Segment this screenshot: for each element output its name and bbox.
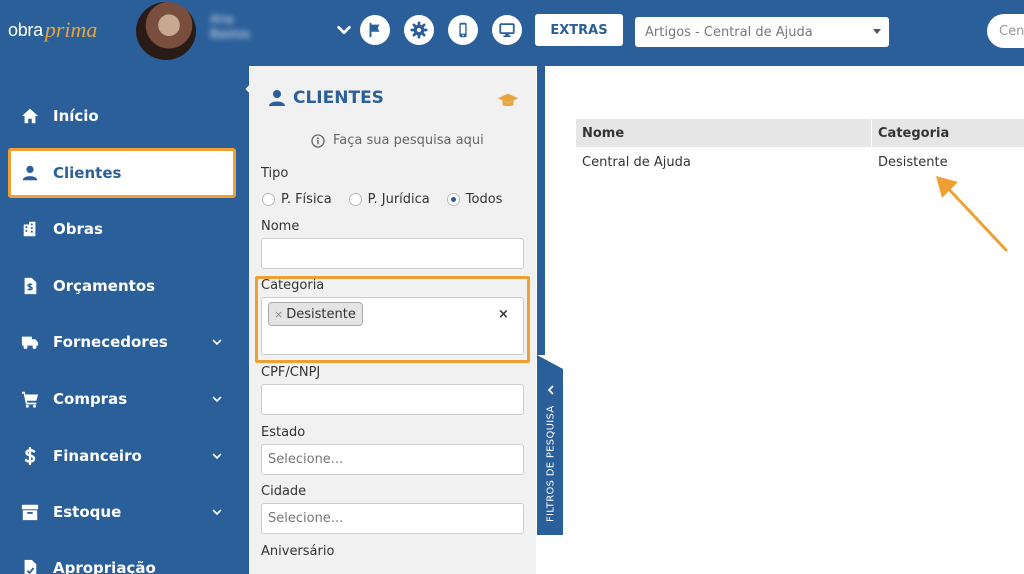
sidebar-item-estoque[interactable]: Estoque xyxy=(0,487,249,537)
search-hint: Faça sua pesquisa aqui xyxy=(311,133,484,148)
chevron-down-icon xyxy=(212,509,222,516)
panel-title: CLIENTES xyxy=(267,88,384,108)
archive-icon xyxy=(20,502,40,522)
panel-title-text: CLIENTES xyxy=(293,88,384,108)
side-tab-label[interactable]: FILTROS DE PESQUISA xyxy=(540,404,562,524)
sidebar-item-label: Obras xyxy=(53,220,103,238)
info-icon xyxy=(311,133,325,148)
sidebar-item-apropriacao[interactable]: Apropriação xyxy=(0,543,249,574)
desktop-button[interactable] xyxy=(492,15,522,45)
tipo-label: Tipo xyxy=(261,166,289,181)
chevron-down-icon[interactable] xyxy=(335,21,353,39)
column-header-categoria[interactable]: Categoria xyxy=(872,119,949,147)
dollar-icon xyxy=(20,446,40,466)
radio-label: P. Física xyxy=(281,192,332,207)
user-name-line1: Ana xyxy=(210,12,234,26)
chip-remove-icon[interactable]: × xyxy=(274,308,283,321)
sidebar-item-label: Apropriação xyxy=(53,559,156,574)
chevron-down-icon xyxy=(212,396,222,403)
settings-button[interactable] xyxy=(404,15,434,45)
help-articles-select[interactable]: Artigos - Central de Ajuda xyxy=(635,17,889,47)
chevron-down-icon xyxy=(212,453,222,460)
help-select-value: Artigos - Central de Ajuda xyxy=(645,24,813,40)
categoria-label: Categoria xyxy=(261,278,325,293)
user-name: Ana Bastos xyxy=(210,12,250,42)
top-bar: obra prima Ana Bastos EXTRAS Artigos - C… xyxy=(0,0,1024,66)
sidebar-item-fornecedores[interactable]: Fornecedores xyxy=(0,317,249,367)
sidebar-item-label: Financeiro xyxy=(53,447,142,465)
mobile-button[interactable] xyxy=(448,15,478,45)
column-header-nome[interactable]: Nome xyxy=(576,119,624,147)
flag-icon xyxy=(369,22,380,38)
cpf-input[interactable] xyxy=(261,384,524,415)
clear-selection-icon[interactable]: × xyxy=(498,307,509,322)
avatar[interactable] xyxy=(136,2,196,60)
top-search-input[interactable]: Cen xyxy=(987,14,1024,48)
chevron-down-icon xyxy=(212,339,222,346)
filter-panel: CLIENTES Faça sua pesquisa aqui Tipo P. … xyxy=(249,66,536,574)
sidebar-item-label: Orçamentos xyxy=(53,277,156,295)
extras-button[interactable]: EXTRAS xyxy=(535,14,623,46)
estado-select[interactable]: Selecione... xyxy=(261,444,524,475)
cell-nome[interactable]: Central de Ajuda xyxy=(576,155,691,170)
top-search-text: Cen xyxy=(999,23,1024,39)
categoria-multiselect[interactable]: × Desistente × xyxy=(261,297,524,355)
estado-label: Estado xyxy=(261,425,306,440)
mobile-icon xyxy=(459,22,467,38)
truck-icon xyxy=(20,332,40,352)
nome-input[interactable] xyxy=(261,238,524,269)
cell-categoria: Desistente xyxy=(878,155,948,170)
home-icon xyxy=(20,106,40,126)
radio-circle[interactable] xyxy=(262,193,275,206)
user-icon xyxy=(20,163,40,183)
logo-text-obra: obra xyxy=(8,19,43,40)
sidebar-item-label: Fornecedores xyxy=(53,333,168,351)
user-name-line2: Bastos xyxy=(210,27,251,41)
flag-button[interactable] xyxy=(360,15,390,45)
desktop-icon xyxy=(499,23,515,38)
sidebar-item-compras[interactable]: Compras xyxy=(0,374,249,424)
sidebar-item-label: Estoque xyxy=(53,503,122,521)
sidebar-item-clientes[interactable]: Clientes xyxy=(0,148,249,198)
search-hint-text: Faça sua pesquisa aqui xyxy=(333,133,484,148)
sidebar-item-label: Compras xyxy=(53,390,128,408)
sidebar-item-inicio[interactable]: Início xyxy=(0,91,249,141)
caret-down-icon xyxy=(873,29,881,34)
sidebar-item-orcamentos[interactable]: Orçamentos xyxy=(0,261,249,311)
building-icon xyxy=(20,219,40,239)
sidebar-item-label: Início xyxy=(53,107,99,125)
radio-pessoa-juridica[interactable]: P. Jurídica xyxy=(348,192,430,207)
sidebar: Início Clientes Obras Orçamentos Fornece… xyxy=(0,66,249,574)
tipo-radio-group: P. Física P. Jurídica Todos xyxy=(262,192,519,207)
file-dollar-icon xyxy=(20,276,40,296)
chevron-left-icon[interactable] xyxy=(545,384,557,396)
nome-label: Nome xyxy=(261,219,300,234)
side-tab-strip xyxy=(537,66,545,355)
categoria-chip[interactable]: × Desistente xyxy=(268,302,363,326)
annotation-arrow xyxy=(936,176,1008,252)
cidade-select[interactable]: Selecione... xyxy=(261,503,524,534)
radio-circle-checked[interactable] xyxy=(446,193,460,206)
radio-pessoa-fisica[interactable]: P. Física xyxy=(262,192,332,207)
chip-label: Desistente xyxy=(286,306,356,322)
user-icon xyxy=(269,90,285,106)
sidebar-item-obras[interactable]: Obras xyxy=(0,204,249,254)
table-header: Nome Categoria xyxy=(576,119,1024,147)
logo-text-prima: prima xyxy=(44,17,98,42)
radio-label: P. Jurídica xyxy=(367,192,430,207)
cpf-label: CPF/CNPJ xyxy=(261,365,321,380)
radio-circle[interactable] xyxy=(348,193,362,206)
graduation-cap-icon[interactable] xyxy=(497,90,519,112)
gear-icon xyxy=(410,21,428,39)
cidade-label: Cidade xyxy=(261,484,307,499)
file-icon xyxy=(20,558,40,574)
sidebar-item-label: Clientes xyxy=(53,164,122,182)
radio-todos[interactable]: Todos xyxy=(446,192,503,207)
radio-label: Todos xyxy=(465,192,503,207)
cart-icon xyxy=(20,389,40,409)
app-logo[interactable]: obra prima xyxy=(0,0,126,60)
sidebar-item-financeiro[interactable]: Financeiro xyxy=(0,431,249,481)
aniversario-label: Aniversário xyxy=(261,544,335,559)
